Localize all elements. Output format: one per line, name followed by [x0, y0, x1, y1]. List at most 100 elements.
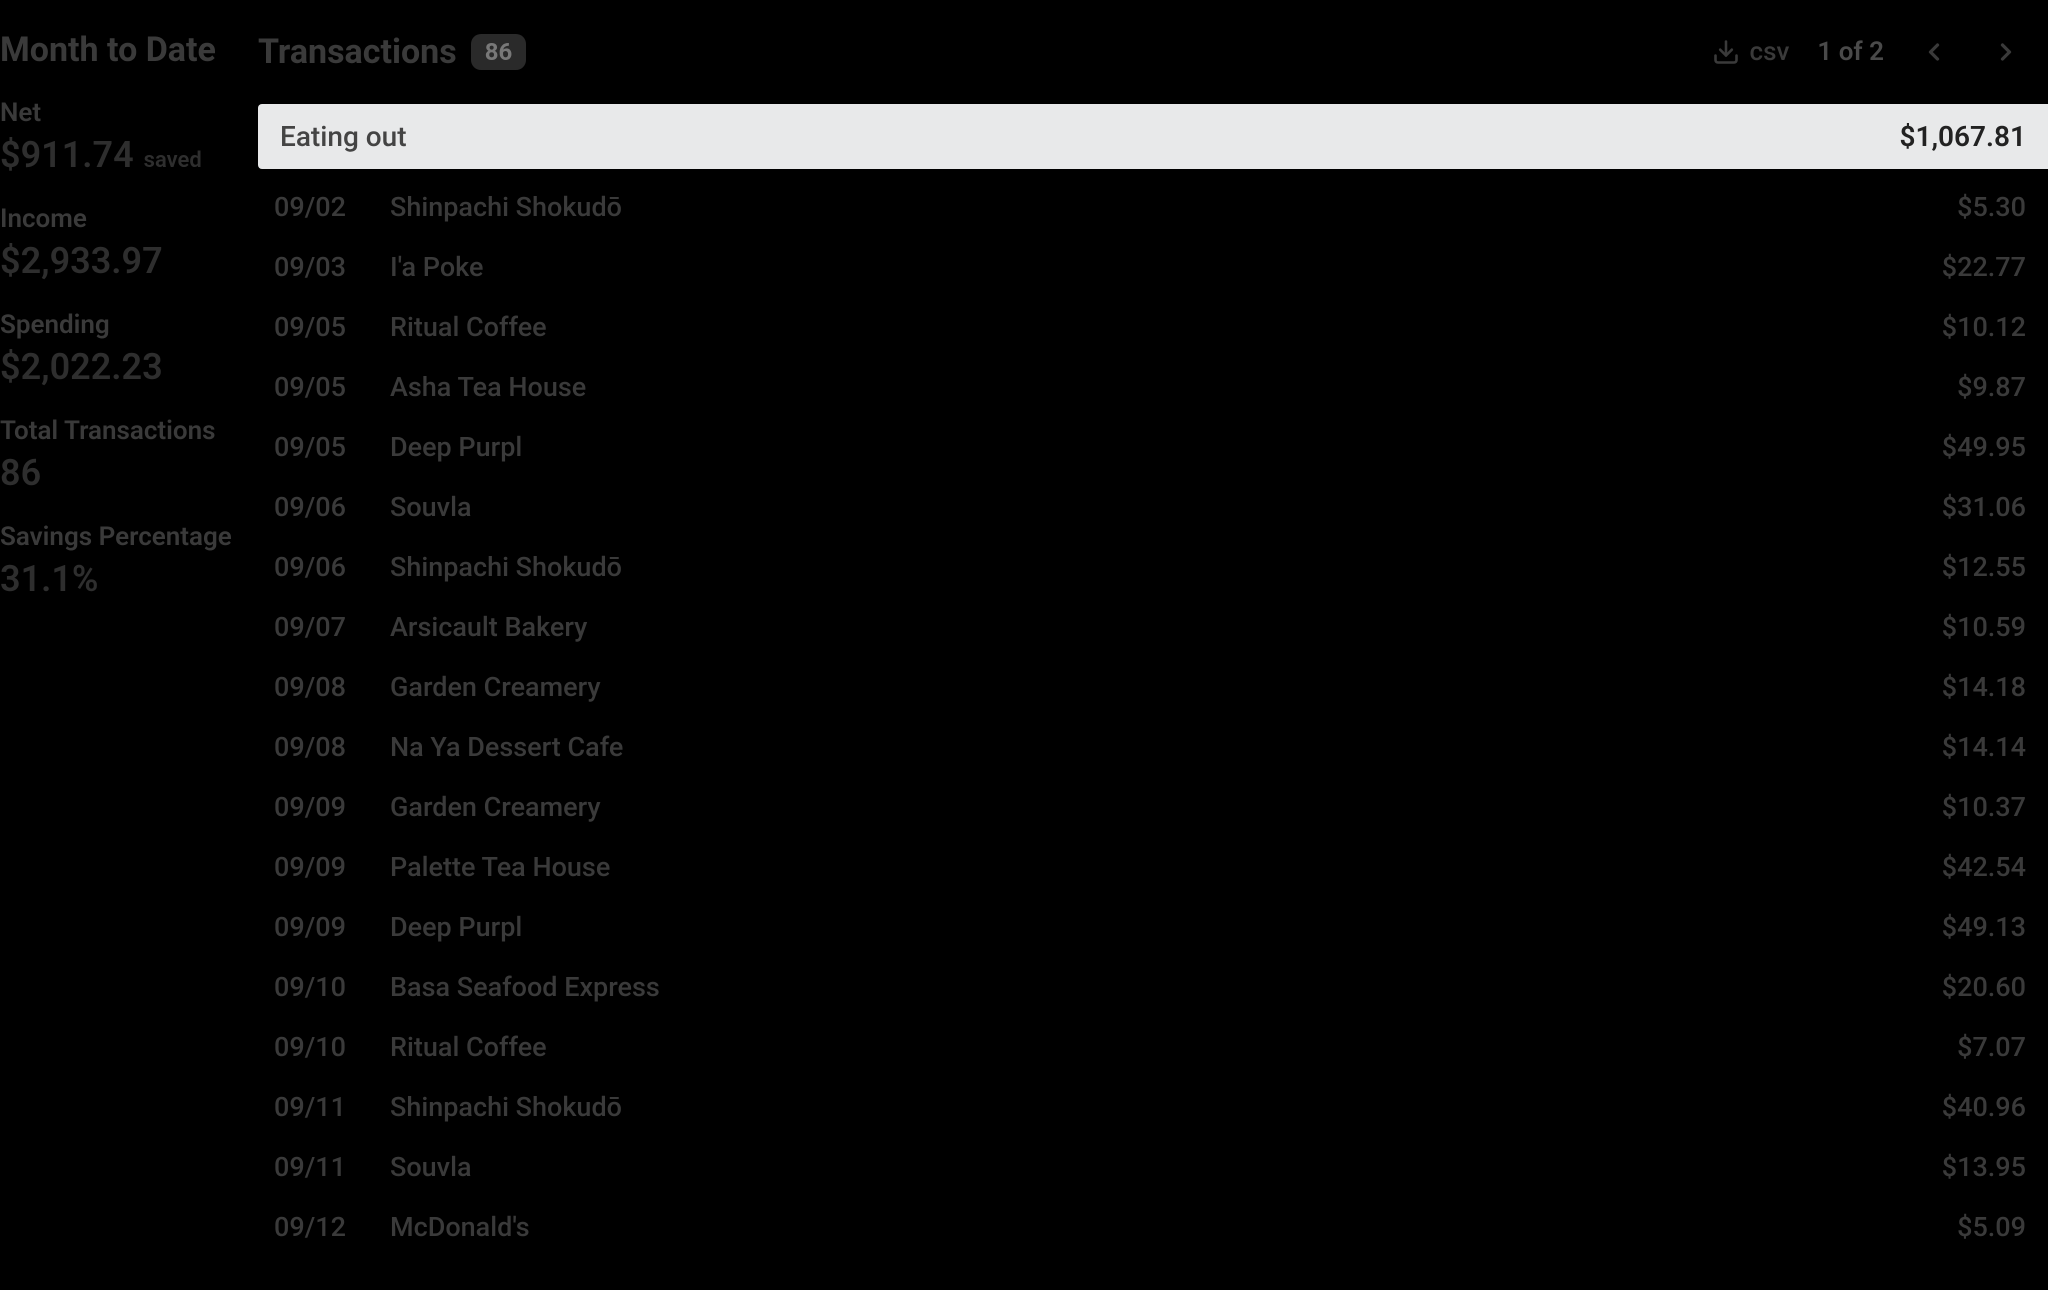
title-wrap: Transactions 86 — [258, 32, 526, 72]
transaction-amount: $12.55 — [1886, 551, 2026, 583]
transaction-date: 09/03 — [274, 251, 390, 283]
transaction-merchant: Garden Creamery — [390, 671, 1886, 703]
transaction-merchant: Shinpachi Shokudō — [390, 191, 1886, 223]
transaction-merchant: Deep Purpl — [390, 911, 1886, 943]
transaction-date: 09/05 — [274, 371, 390, 403]
transaction-date: 09/11 — [274, 1151, 390, 1183]
transaction-merchant: Asha Tea House — [390, 371, 1886, 403]
transaction-merchant: Palette Tea House — [390, 851, 1886, 883]
stat-label: Total Transactions — [0, 416, 258, 446]
transaction-amount: $14.18 — [1886, 671, 2026, 703]
transaction-row[interactable]: 09/06Shinpachi Shokudō$12.55 — [258, 537, 2048, 597]
stat-suffix: saved — [144, 148, 202, 173]
transaction-merchant: Ritual Coffee — [390, 1031, 1886, 1063]
transaction-merchant: Garden Creamery — [390, 791, 1886, 823]
transaction-merchant: Na Ya Dessert Cafe — [390, 731, 1886, 763]
transaction-amount: $40.96 — [1886, 1091, 2026, 1123]
category-total: $1,067.81 — [1899, 120, 2026, 153]
prev-page-button[interactable] — [1912, 30, 1956, 74]
transactions-title: Transactions — [258, 32, 457, 72]
transaction-row[interactable]: 09/03I'a Poke$22.77 — [258, 237, 2048, 297]
transaction-row[interactable]: 09/05Asha Tea House$9.87 — [258, 357, 2048, 417]
transaction-row[interactable]: 09/09Deep Purpl$49.13 — [258, 897, 2048, 957]
transaction-amount: $9.87 — [1886, 371, 2026, 403]
stat-label: Income — [0, 204, 258, 234]
transaction-amount: $10.59 — [1886, 611, 2026, 643]
stat-block: Income $2,933.97 — [0, 204, 258, 282]
transaction-date: 09/08 — [274, 731, 390, 763]
stat-value: $2,933.97 — [0, 240, 258, 282]
transaction-amount: $22.77 — [1886, 251, 2026, 283]
transaction-row[interactable]: 09/12McDonald's$5.09 — [258, 1197, 2048, 1257]
stat-value: $2,022.23 — [0, 346, 258, 388]
transaction-row[interactable]: 09/10Ritual Coffee$7.07 — [258, 1017, 2048, 1077]
transaction-date: 09/05 — [274, 431, 390, 463]
transaction-merchant: McDonald's — [390, 1211, 1886, 1243]
summary-sidebar: Month to Date Net$911.74savedIncome$2,93… — [0, 0, 258, 1290]
transaction-merchant: I'a Poke — [390, 251, 1886, 283]
chevron-left-icon — [1920, 38, 1948, 66]
transaction-date: 09/12 — [274, 1211, 390, 1243]
transaction-date: 09/05 — [274, 311, 390, 343]
transaction-merchant: Shinpachi Shokudō — [390, 1091, 1886, 1123]
transaction-date: 09/09 — [274, 911, 390, 943]
transaction-merchant: Ritual Coffee — [390, 311, 1886, 343]
transaction-row[interactable]: 09/06Souvla$31.06 — [258, 477, 2048, 537]
transaction-row[interactable]: 09/02Shinpachi Shokudō$5.30 — [258, 177, 2048, 237]
transaction-date: 09/09 — [274, 791, 390, 823]
transaction-row[interactable]: 09/11Shinpachi Shokudō$40.96 — [258, 1077, 2048, 1137]
transaction-amount: $49.95 — [1886, 431, 2026, 463]
transaction-amount: $42.54 — [1886, 851, 2026, 883]
transaction-merchant: Basa Seafood Express — [390, 971, 1886, 1003]
stat-value-number: $2,933.97 — [0, 240, 163, 282]
transaction-row[interactable]: 09/08Garden Creamery$14.18 — [258, 657, 2048, 717]
csv-label: csv — [1750, 37, 1790, 67]
stat-label: Net — [0, 98, 258, 128]
main-header: Transactions 86 csv 1 of 2 — [258, 30, 2048, 104]
transaction-date: 09/02 — [274, 191, 390, 223]
transaction-amount: $31.06 — [1886, 491, 2026, 523]
transaction-row[interactable]: 09/07Arsicault Bakery$10.59 — [258, 597, 2048, 657]
transaction-row[interactable]: 09/05Ritual Coffee$10.12 — [258, 297, 2048, 357]
page-indicator: 1 of 2 — [1817, 37, 1884, 67]
download-icon — [1712, 38, 1740, 66]
stat-value: 31.1% — [0, 558, 258, 600]
stat-block: Savings Percentage 31.1% — [0, 522, 258, 600]
transaction-date: 09/06 — [274, 491, 390, 523]
stat-value: 86 — [0, 452, 258, 494]
chevron-right-icon — [1992, 38, 2020, 66]
transaction-row[interactable]: 09/09Garden Creamery$10.37 — [258, 777, 2048, 837]
transaction-amount: $10.37 — [1886, 791, 2026, 823]
transaction-merchant: Arsicault Bakery — [390, 611, 1886, 643]
header-controls: csv 1 of 2 — [1712, 30, 2028, 74]
transaction-date: 09/06 — [274, 551, 390, 583]
transaction-amount: $20.60 — [1886, 971, 2026, 1003]
stat-value-number: $2,022.23 — [0, 346, 163, 388]
transaction-row[interactable]: 09/11Souvla$13.95 — [258, 1137, 2048, 1197]
transaction-amount: $49.13 — [1886, 911, 2026, 943]
stat-block: Net $911.74 saved — [0, 98, 258, 176]
transaction-row[interactable]: 09/05Deep Purpl$49.95 — [258, 417, 2048, 477]
next-page-button[interactable] — [1984, 30, 2028, 74]
transaction-list: 09/02Shinpachi Shokudō$5.3009/03I'a Poke… — [258, 169, 2048, 1257]
main-panel: Transactions 86 csv 1 of 2 — [258, 0, 2048, 1290]
stat-value-number: $911.74 — [0, 134, 134, 176]
stat-value-number: 31.1% — [0, 558, 99, 600]
transaction-merchant: Shinpachi Shokudō — [390, 551, 1886, 583]
transaction-row[interactable]: 09/10Basa Seafood Express$20.60 — [258, 957, 2048, 1017]
transaction-merchant: Deep Purpl — [390, 431, 1886, 463]
transaction-amount: $13.95 — [1886, 1151, 2026, 1183]
category-header[interactable]: Eating out $1,067.81 — [258, 104, 2048, 169]
stat-value: $911.74 saved — [0, 134, 258, 176]
transactions-count-badge: 86 — [471, 34, 527, 70]
transaction-date: 09/09 — [274, 851, 390, 883]
export-csv-button[interactable]: csv — [1712, 37, 1790, 67]
stat-block: Spending $2,022.23 — [0, 310, 258, 388]
stat-label: Savings Percentage — [0, 522, 258, 552]
transaction-merchant: Souvla — [390, 1151, 1886, 1183]
transaction-date: 09/08 — [274, 671, 390, 703]
category-name: Eating out — [280, 120, 407, 153]
stat-label: Spending — [0, 310, 258, 340]
transaction-row[interactable]: 09/08Na Ya Dessert Cafe$14.14 — [258, 717, 2048, 777]
transaction-row[interactable]: 09/09Palette Tea House$42.54 — [258, 837, 2048, 897]
